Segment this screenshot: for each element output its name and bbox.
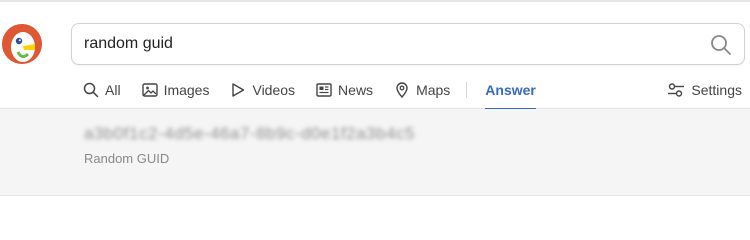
tab-videos[interactable]: Videos [230, 75, 295, 105]
bottom-strip [0, 196, 750, 203]
tab-label: News [338, 82, 374, 98]
image-icon [141, 83, 158, 97]
tab-maps[interactable]: Maps [394, 75, 450, 105]
search-icon [711, 35, 731, 55]
tab-all[interactable]: All [83, 75, 121, 105]
tab-label: All [105, 82, 121, 98]
search-tabs: All Images Videos News Maps Answer [83, 75, 557, 110]
tab-images[interactable]: Images [141, 75, 210, 105]
tab-label: Answer [485, 82, 536, 98]
search-input[interactable] [84, 32, 684, 56]
guid-label: Random GUID [84, 151, 170, 166]
guid-value: a3b0f1c2-4d5e-46a7-8b9c-d0e1f2a3b4c5 [84, 124, 415, 143]
tab-divider [466, 82, 468, 98]
play-icon [232, 83, 245, 97]
tab-label: Images [163, 82, 210, 98]
newspaper-icon [316, 83, 332, 97]
tab-label: Videos [252, 82, 296, 98]
sliders-icon [668, 83, 685, 97]
search-icon [83, 82, 99, 98]
instant-answer: a3b0f1c2-4d5e-46a7-8b9c-d0e1f2a3b4c5 Ran… [0, 109, 750, 196]
search-button[interactable] [710, 34, 732, 56]
search-box [71, 23, 745, 65]
map-pin-icon [396, 82, 408, 98]
settings-button[interactable]: Settings [667, 75, 742, 105]
tab-news[interactable]: News [316, 75, 373, 105]
tab-answer[interactable]: Answer [485, 75, 536, 110]
tab-label: Maps [416, 82, 451, 98]
duckduckgo-logo[interactable] [2, 24, 42, 64]
header: All Images Videos News [0, 2, 750, 110]
settings-label: Settings [691, 82, 742, 98]
